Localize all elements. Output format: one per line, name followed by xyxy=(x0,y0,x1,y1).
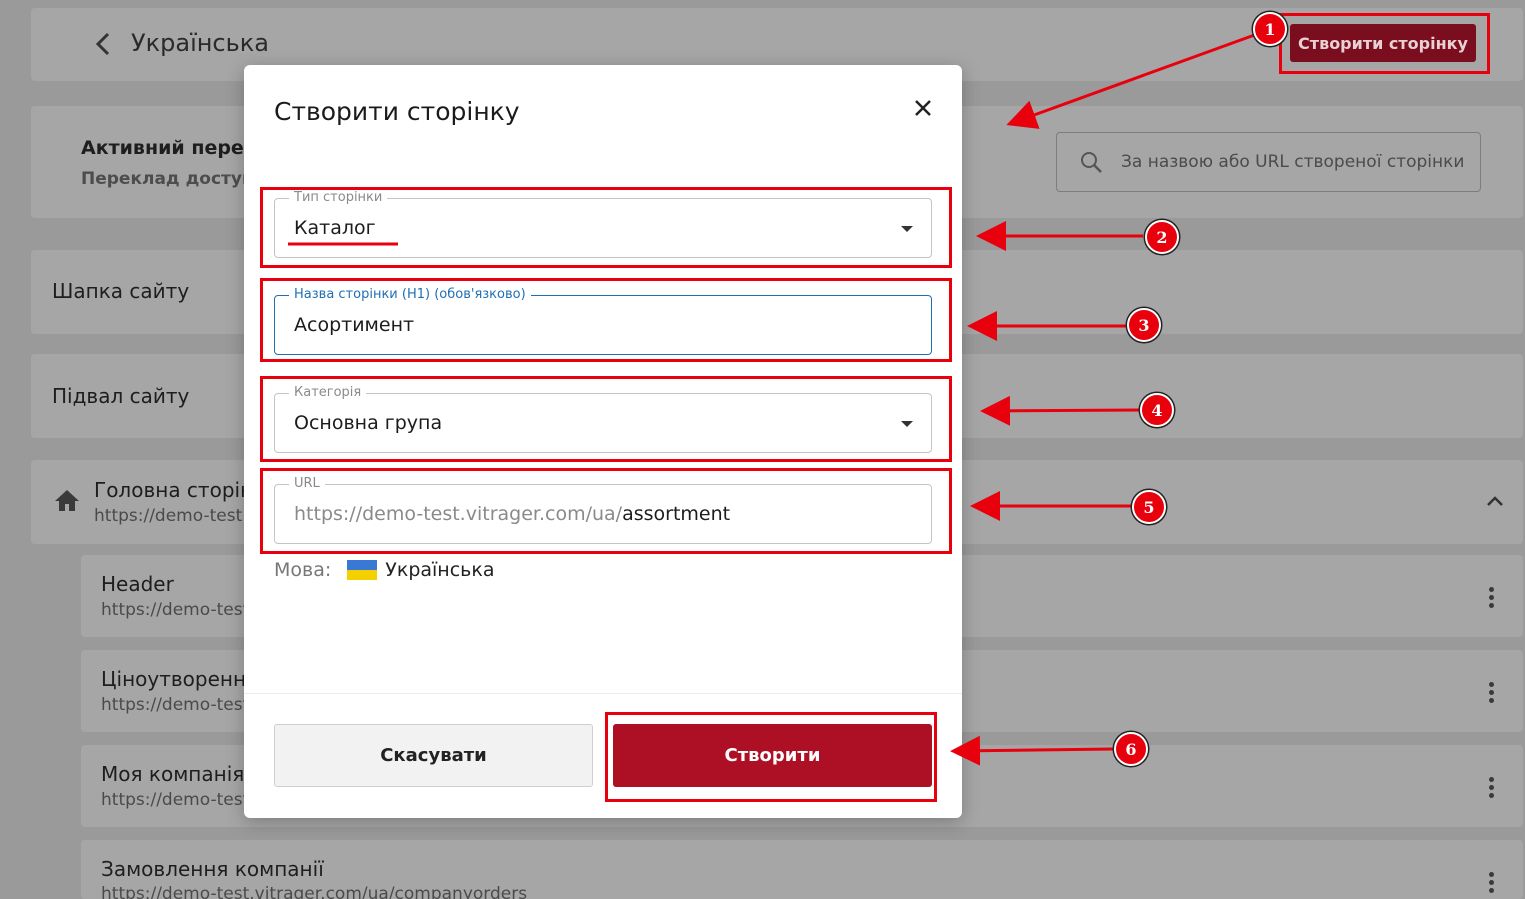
annotation-badge-4: 4 xyxy=(1140,393,1174,427)
annotation-badge-1: 1 xyxy=(1253,12,1287,46)
annotation-badge-5: 5 xyxy=(1132,490,1166,524)
annotation-badge-3: 3 xyxy=(1127,308,1161,342)
arrow-6 xyxy=(950,735,1114,766)
annotation-badge-2: 2 xyxy=(1145,220,1179,254)
arrow-4 xyxy=(980,395,1140,426)
arrow-1 xyxy=(1006,31,1261,129)
annotation-badge-6: 6 xyxy=(1114,732,1148,766)
annotation-arrows xyxy=(288,31,1261,766)
